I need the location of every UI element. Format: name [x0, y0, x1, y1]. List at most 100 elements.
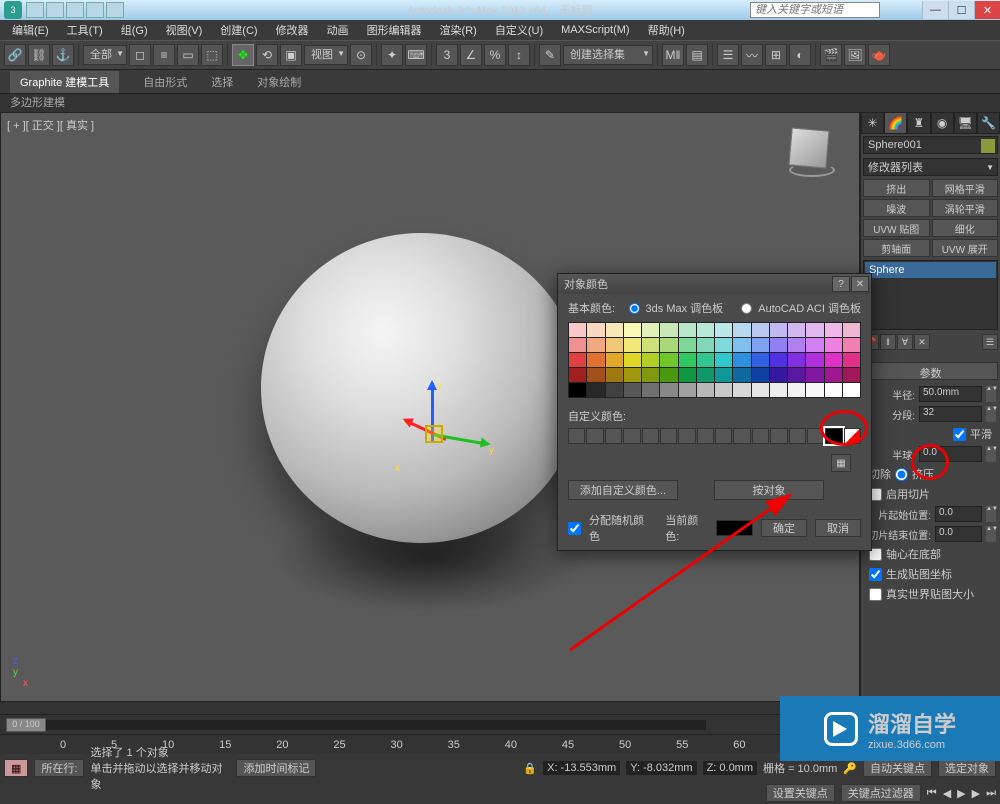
minimize-button[interactable]: — — [922, 1, 948, 19]
color-swatch[interactable] — [733, 368, 750, 382]
color-swatch[interactable] — [733, 383, 750, 397]
color-swatch[interactable] — [569, 323, 586, 337]
custom-swatch[interactable] — [752, 428, 769, 444]
ref-coord-dropdown[interactable]: 视图 — [304, 45, 348, 65]
play-end-icon[interactable]: ⏭ — [986, 787, 996, 800]
rotate-icon[interactable]: ⟲ — [256, 44, 278, 66]
tab-create-icon[interactable]: ✳ — [861, 112, 884, 134]
selection-filter-dropdown[interactable]: 全部 — [83, 45, 127, 65]
play-next-icon[interactable]: ▶ — [972, 787, 980, 800]
color-swatch[interactable] — [752, 368, 769, 382]
play-icon[interactable]: ▶ — [957, 787, 965, 800]
now-button[interactable]: 所在行: — [34, 759, 84, 777]
view-cube[interactable] — [779, 123, 839, 183]
custom-swatch[interactable] — [660, 428, 677, 444]
color-swatch[interactable] — [733, 323, 750, 337]
color-swatch[interactable] — [843, 368, 860, 382]
set-key-button[interactable]: 设置关键点 — [766, 784, 835, 802]
mod-meshsmooth-button[interactable]: 网格平滑 — [932, 179, 999, 197]
color-swatch[interactable] — [624, 368, 641, 382]
acad-palette-radio[interactable] — [741, 303, 752, 314]
render-icon[interactable]: 🫖 — [868, 44, 890, 66]
color-swatch[interactable] — [587, 353, 604, 367]
color-swatch[interactable] — [679, 383, 696, 397]
custom-swatch[interactable] — [807, 428, 824, 444]
color-swatch[interactable] — [606, 383, 623, 397]
viewport-label[interactable]: [ + ][ 正交 ][ 真实 ] — [7, 117, 94, 133]
mod-slice-button[interactable]: 剪轴面 — [863, 239, 930, 257]
curve-editor-icon[interactable]: 〰 — [741, 44, 763, 66]
qat-new-icon[interactable] — [26, 2, 44, 18]
color-swatch[interactable] — [715, 383, 732, 397]
color-swatch[interactable] — [733, 353, 750, 367]
color-swatch[interactable] — [770, 383, 787, 397]
cancel-button[interactable]: 取消 — [815, 519, 861, 537]
link-icon[interactable]: 🔗 — [4, 44, 26, 66]
color-swatch[interactable] — [788, 323, 805, 337]
mod-tessellate-button[interactable]: 细化 — [932, 219, 999, 237]
color-swatch[interactable] — [679, 323, 696, 337]
radius-spinner[interactable]: ▲▼ — [986, 386, 996, 402]
color-swatch[interactable] — [715, 323, 732, 337]
color-swatch[interactable] — [642, 353, 659, 367]
color-swatch[interactable] — [843, 353, 860, 367]
select-name-icon[interactable]: ≡ — [153, 44, 175, 66]
tab-motion-icon[interactable]: ◉ — [931, 112, 954, 134]
tab-hierarchy-icon[interactable]: ♜ — [907, 112, 930, 134]
color-swatch[interactable] — [752, 323, 769, 337]
menu-create[interactable]: 创建(C) — [212, 20, 265, 40]
play-prev-icon[interactable]: ◀ — [943, 787, 951, 800]
color-swatch[interactable] — [606, 338, 623, 352]
help-search-input[interactable] — [750, 2, 880, 18]
object-color-swatch[interactable] — [981, 139, 995, 153]
align-icon[interactable]: ▤ — [686, 44, 708, 66]
object-name-field[interactable]: Sphere001 — [863, 136, 998, 154]
menu-edit[interactable]: 编辑(E) — [4, 20, 57, 40]
segments-input[interactable]: 32 — [919, 406, 982, 422]
stack-item-sphere[interactable]: Sphere — [865, 262, 996, 278]
color-swatch[interactable] — [697, 323, 714, 337]
menu-tools[interactable]: 工具(T) — [59, 20, 111, 40]
color-swatch[interactable] — [752, 338, 769, 352]
color-swatch[interactable] — [569, 353, 586, 367]
menu-maxscript[interactable]: MAXScript(M) — [553, 22, 637, 38]
color-swatch[interactable] — [752, 353, 769, 367]
maxscript-button[interactable]: ▦ — [4, 759, 28, 777]
color-swatch[interactable] — [642, 368, 659, 382]
menu-customize[interactable]: 自定义(U) — [487, 20, 551, 40]
color-swatch[interactable] — [660, 338, 677, 352]
angle-snap-icon[interactable]: ∠ — [460, 44, 482, 66]
tab-display-icon[interactable]: 🖥 — [954, 112, 977, 134]
color-swatch[interactable] — [697, 353, 714, 367]
color-swatch[interactable] — [788, 353, 805, 367]
color-swatch[interactable] — [788, 368, 805, 382]
color-swatch[interactable] — [606, 353, 623, 367]
parameters-rollout[interactable]: 参数 — [863, 362, 998, 380]
select-icon[interactable]: ◻ — [129, 44, 151, 66]
color-swatch[interactable] — [660, 383, 677, 397]
color-swatch[interactable] — [587, 368, 604, 382]
window-crossing-icon[interactable]: ⬚ — [201, 44, 223, 66]
segments-spinner[interactable]: ▲▼ — [986, 406, 996, 422]
color-swatch[interactable] — [843, 323, 860, 337]
color-swatch[interactable] — [587, 323, 604, 337]
custom-swatch[interactable] — [770, 428, 787, 444]
tab-utilities-icon[interactable]: 🔧 — [977, 112, 1000, 134]
qat-open-icon[interactable] — [46, 2, 64, 18]
qat-undo-icon[interactable] — [86, 2, 104, 18]
color-swatch[interactable] — [642, 323, 659, 337]
render-frame-icon[interactable]: 🖼 — [844, 44, 866, 66]
dialog-help-button[interactable]: ? — [832, 276, 850, 292]
percent-snap-icon[interactable]: % — [484, 44, 506, 66]
color-swatch[interactable] — [715, 368, 732, 382]
slice-from-input[interactable]: 0.0 — [935, 506, 982, 522]
auto-key-button[interactable]: 自动关键点 — [863, 759, 932, 777]
custom-swatch[interactable] — [623, 428, 640, 444]
slice-to-input[interactable]: 0.0 — [935, 526, 982, 542]
color-swatch[interactable] — [806, 383, 823, 397]
ribbon-tab-paint[interactable]: 对象绘制 — [257, 74, 301, 90]
custom-swatch-selected[interactable] — [825, 428, 842, 444]
color-swatch[interactable] — [679, 353, 696, 367]
color-swatch[interactable] — [642, 383, 659, 397]
color-swatch[interactable] — [806, 368, 823, 382]
